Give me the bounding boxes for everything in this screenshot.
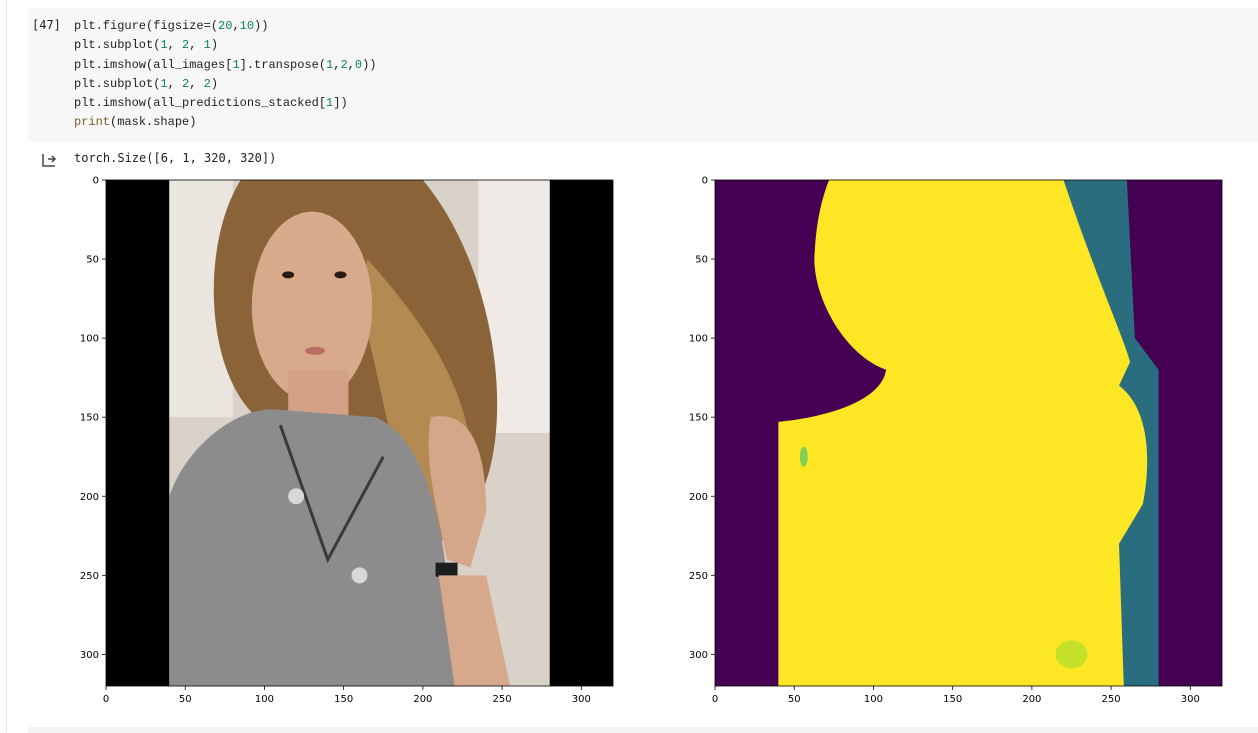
output-icon[interactable] bbox=[40, 151, 60, 171]
code-token: 2 bbox=[203, 76, 211, 91]
photo-necklace-gem bbox=[351, 567, 368, 584]
code-token: 1 bbox=[160, 38, 168, 53]
photo-image bbox=[106, 180, 613, 686]
photo-eye-right bbox=[334, 271, 347, 279]
y-tick-label: 300 bbox=[80, 650, 99, 661]
photo-neck bbox=[288, 369, 349, 418]
y-tick-label: 150 bbox=[689, 413, 708, 424]
x-tick-label: 200 bbox=[413, 694, 432, 705]
code-token: 1 bbox=[232, 57, 240, 72]
code-token: , bbox=[347, 57, 355, 72]
x-tick-label: 300 bbox=[1181, 694, 1200, 705]
stdout-text: torch.Size([6, 1, 320, 320]) bbox=[74, 151, 277, 165]
x-tick-label: 100 bbox=[255, 694, 274, 705]
code-token: 20 bbox=[218, 19, 233, 33]
padding-left bbox=[106, 180, 170, 686]
execution-count: [47] bbox=[32, 18, 61, 32]
x-tick-label: 100 bbox=[864, 694, 883, 705]
code-line: plt.subplot(1, 2, 2) bbox=[74, 75, 376, 94]
padding-right bbox=[549, 180, 613, 686]
code-token: )) bbox=[254, 19, 269, 33]
code-token: , bbox=[167, 38, 183, 53]
mask-patch bbox=[1055, 640, 1088, 669]
x-tick-label: 150 bbox=[334, 694, 353, 705]
x-tick-label: 250 bbox=[1102, 694, 1121, 705]
code-line: plt.subplot(1, 2, 1) bbox=[74, 36, 376, 55]
y-tick-label: 50 bbox=[695, 255, 708, 266]
figure-output: 0 50 100 150 200 250 300 0 50 100 150 200 250 300 0 50 1… bbox=[80, 176, 1223, 705]
code-token: ) bbox=[210, 76, 219, 91]
code-token: 1 bbox=[203, 38, 211, 53]
y-tick-label: 0 bbox=[93, 176, 99, 187]
cell-gutter bbox=[6, 0, 7, 732]
y-tick-label: 200 bbox=[80, 492, 99, 503]
code-line: print(mask.shape) bbox=[74, 113, 376, 132]
y-tick-label: 100 bbox=[689, 334, 708, 345]
code-token: ].transpose( bbox=[239, 57, 327, 72]
code-token: 0 bbox=[354, 57, 363, 72]
y-tick-label: 200 bbox=[689, 492, 708, 503]
x-tick-label: 0 bbox=[103, 694, 109, 705]
x-tick-label: 50 bbox=[788, 694, 801, 705]
mask-patch bbox=[799, 446, 808, 467]
code-token: print bbox=[74, 115, 111, 130]
code-token: 2 bbox=[340, 57, 348, 72]
code-token: plt.imshow(all_images[ bbox=[74, 57, 233, 72]
code-line: plt.imshow(all_predictions_stacked[1]) bbox=[74, 94, 376, 113]
x-tick-label: 300 bbox=[572, 694, 591, 705]
x-tick-label: 200 bbox=[1022, 694, 1041, 705]
next-cell[interactable] bbox=[28, 727, 1258, 733]
y-tick-label: 250 bbox=[80, 571, 99, 582]
y-tick-label: 50 bbox=[86, 255, 99, 266]
y-tick-label: 250 bbox=[689, 571, 708, 582]
x-tick-label: 150 bbox=[943, 694, 962, 705]
photo-lips bbox=[305, 346, 326, 355]
code-token: plt.subplot( bbox=[74, 76, 161, 91]
mask-heatmap bbox=[715, 180, 1222, 686]
code-token: plt.imshow(all_predictions_stacked[ bbox=[74, 96, 327, 111]
code-token: plt.figure(figsize=( bbox=[74, 19, 219, 33]
photo-watch bbox=[435, 562, 458, 577]
photo-necklace-gem bbox=[288, 488, 305, 505]
code-token: , bbox=[189, 38, 204, 53]
code-token: ) bbox=[210, 38, 219, 53]
code-token: , bbox=[189, 76, 204, 91]
x-tick-label: 0 bbox=[712, 694, 718, 705]
code-token: , bbox=[167, 76, 183, 91]
code-editor[interactable]: plt.figure(figsize=(20,10)) plt.subplot(1… bbox=[74, 17, 376, 133]
x-tick-label: 50 bbox=[179, 694, 192, 705]
code-line: plt.imshow(all_images[1].transpose(1,2,0… bbox=[74, 56, 376, 75]
code-token: (mask.shape) bbox=[110, 115, 197, 130]
code-line: plt.figure(figsize=(20,10)) bbox=[74, 17, 376, 36]
y-tick-label: 150 bbox=[80, 413, 99, 424]
code-token: , bbox=[232, 19, 240, 33]
x-tick-label: 250 bbox=[493, 694, 512, 705]
photo-eye-left bbox=[282, 271, 295, 279]
code-token: 1 bbox=[160, 76, 168, 91]
y-tick-label: 100 bbox=[80, 334, 99, 345]
code-token: ]) bbox=[333, 96, 348, 111]
code-token: 10 bbox=[239, 19, 255, 33]
code-token: plt.subplot( bbox=[74, 38, 161, 53]
y-tick-label: 0 bbox=[702, 176, 708, 187]
y-tick-label: 300 bbox=[689, 650, 708, 661]
code-token: )) bbox=[362, 57, 377, 72]
